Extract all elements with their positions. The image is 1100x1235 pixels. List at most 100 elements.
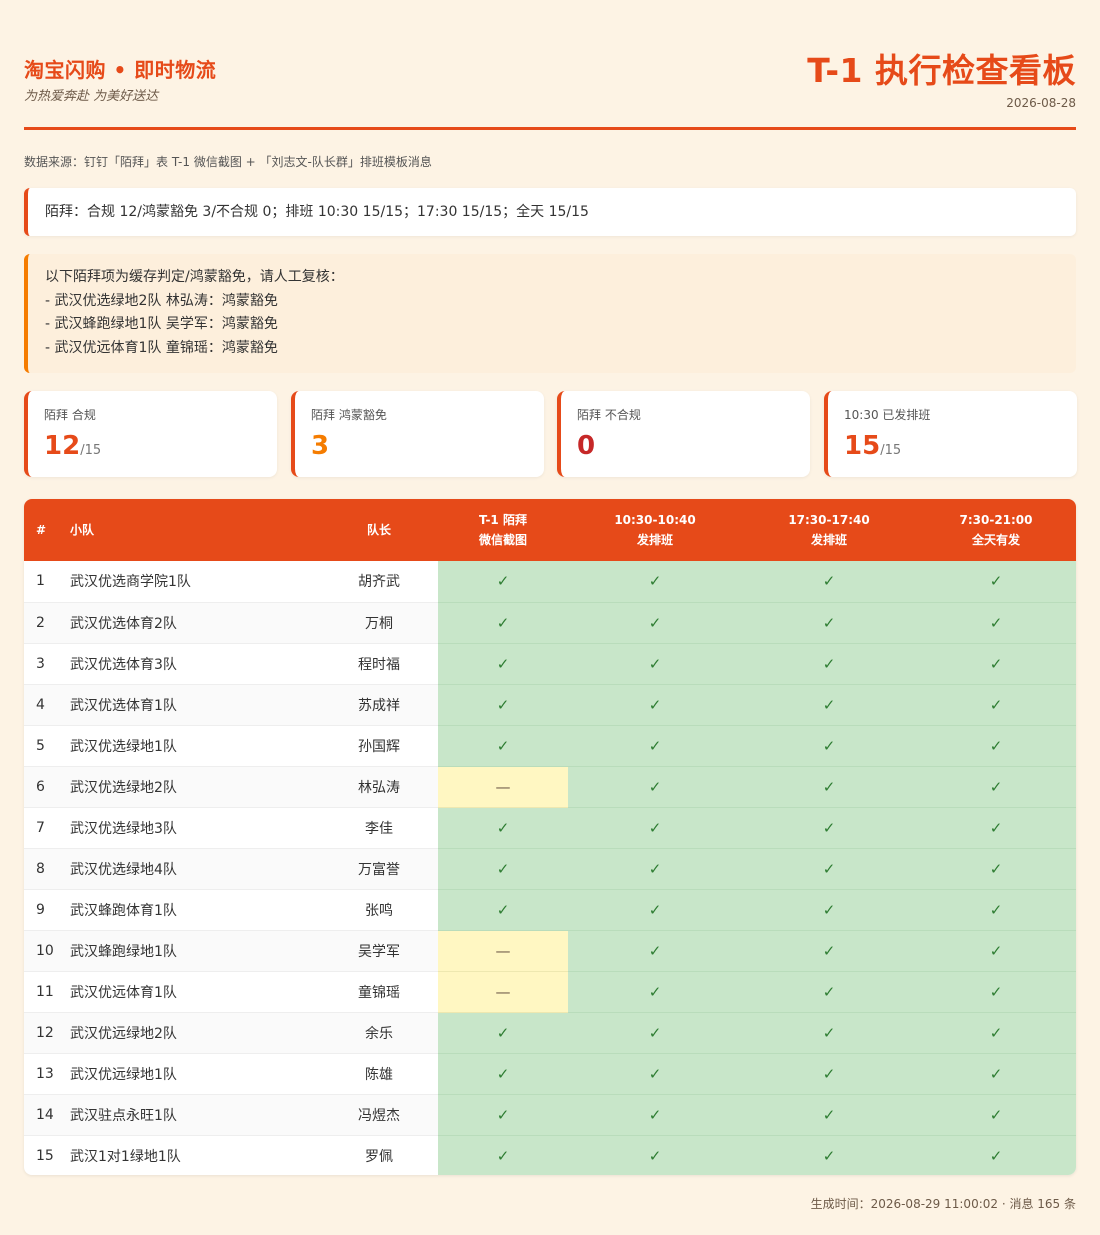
team-check-table: # 小队 队长 T-1 陌拜 微信截图 10:30-10:40 发排班 17:3…	[24, 499, 1076, 1175]
table-row: 15 武汉1对1绿地1队 罗佩 ✓ ✓ ✓ ✓	[24, 1135, 1076, 1175]
table-row: 8 武汉优选绿地4队 万富誉 ✓ ✓ ✓ ✓	[24, 848, 1076, 890]
stat-label: 10:30 已发排班	[844, 408, 931, 422]
stat-card-noncompliant: 陌拜 不合规 0	[557, 391, 810, 477]
stat-value: 3	[311, 431, 330, 461]
cell-no: 5	[24, 725, 70, 767]
check-icon: ✓	[916, 684, 1076, 726]
cell-no: 8	[24, 848, 70, 890]
check-icon: ✓	[916, 1053, 1076, 1095]
check-icon: ✓	[742, 848, 916, 890]
table-row: 7 武汉优选绿地3队 李佳 ✓ ✓ ✓ ✓	[24, 807, 1076, 849]
pending-mark: —	[438, 930, 568, 972]
cell-no: 10	[24, 930, 70, 972]
cell-team: 武汉驻点永旺1队	[70, 1094, 320, 1136]
col-header-allday-line1: 7:30-21:00	[959, 513, 1033, 527]
check-icon: ✓	[916, 889, 1076, 931]
table-row: 9 武汉蜂跑体育1队 张鸣 ✓ ✓ ✓ ✓	[24, 889, 1076, 931]
check-icon: ✓	[568, 889, 742, 931]
cell-no: 9	[24, 889, 70, 931]
col-header-allday: 7:30-21:00 全天有发	[916, 499, 1076, 561]
check-icon: ✓	[742, 971, 916, 1013]
col-header-visit: T-1 陌拜 微信截图	[438, 499, 568, 561]
check-icon: ✓	[742, 1012, 916, 1054]
dashboard-page: 淘宝闪购 • 即时物流 为热爱奔赴 为美好送达 T-1 执行检查看板 2026-…	[0, 0, 1100, 1235]
check-icon: ✓	[742, 725, 916, 767]
cell-captain: 胡齐武	[320, 561, 438, 603]
cell-team: 武汉优选体育2队	[70, 602, 320, 644]
check-icon: ✓	[568, 807, 742, 849]
check-icon: ✓	[438, 1012, 568, 1054]
check-icon: ✓	[438, 1053, 568, 1095]
col-header-allday-line2: 全天有发	[971, 533, 1020, 547]
table-row: 3 武汉优选体育3队 程时福 ✓ ✓ ✓ ✓	[24, 643, 1076, 685]
cell-no: 11	[24, 971, 70, 1013]
cell-captain: 林弘涛	[320, 766, 438, 808]
stat-label: 陌拜 合规	[44, 408, 96, 422]
check-icon: ✓	[742, 1053, 916, 1095]
review-notice-item: - 武汉蜂跑绿地1队 吴学军：鸿蒙豁免	[45, 316, 278, 332]
review-notice-intro: 以下陌拜项为缓存判定/鸿蒙豁免，请人工复核：	[45, 269, 344, 285]
check-icon: ✓	[438, 1135, 568, 1175]
table-row: 10 武汉蜂跑绿地1队 吴学军 — ✓ ✓ ✓	[24, 930, 1076, 972]
stat-value: 12	[44, 431, 81, 461]
review-notice: 以下陌拜项为缓存判定/鸿蒙豁免，请人工复核： - 武汉优选绿地2队 林弘涛：鸿蒙…	[24, 254, 1076, 373]
col-header-schedule-1030-line2: 发排班	[636, 533, 673, 547]
cell-team: 武汉优远绿地2队	[70, 1012, 320, 1054]
cell-no: 1	[24, 561, 70, 603]
check-icon: ✓	[568, 766, 742, 808]
check-icon: ✓	[916, 1012, 1076, 1054]
page-header: 淘宝闪购 • 即时物流 为热爱奔赴 为美好送达 T-1 执行检查看板 2026-…	[24, 0, 1076, 130]
cell-no: 12	[24, 1012, 70, 1054]
stat-total: /15	[880, 443, 902, 458]
cell-no: 13	[24, 1053, 70, 1095]
stat-value: 0	[577, 431, 596, 461]
page-title: T-1 执行检查看板	[807, 51, 1076, 90]
cell-team: 武汉优远绿地1队	[70, 1053, 320, 1095]
check-icon: ✓	[568, 1053, 742, 1095]
check-icon: ✓	[916, 807, 1076, 849]
check-icon: ✓	[438, 684, 568, 726]
check-icon: ✓	[438, 848, 568, 890]
brand-slogan: 为热爱奔赴 为美好送达	[24, 89, 159, 104]
check-icon: ✓	[742, 807, 916, 849]
cell-captain: 孙国辉	[320, 725, 438, 767]
check-icon: ✓	[916, 561, 1076, 603]
cell-captain: 吴学军	[320, 930, 438, 972]
col-header-visit-line2: 微信截图	[478, 533, 527, 547]
cell-team: 武汉优选绿地1队	[70, 725, 320, 767]
cell-no: 3	[24, 643, 70, 685]
cell-captain: 程时福	[320, 643, 438, 685]
check-icon: ✓	[568, 725, 742, 767]
col-header-schedule-1730-line2: 发排班	[810, 533, 847, 547]
stat-card-compliant: 陌拜 合规 12/15	[24, 391, 277, 477]
cell-no: 2	[24, 602, 70, 644]
data-source-note: 数据来源：钉钉「陌拜」表 T-1 微信截图 + 「刘志文-队长群」排班模板消息	[24, 155, 432, 169]
check-icon: ✓	[916, 643, 1076, 685]
generated-footer: 生成时间：2026-08-29 11:00:02 · 消息 165 条	[810, 1197, 1076, 1211]
table-header-row: # 小队 队长 T-1 陌拜 微信截图 10:30-10:40 发排班 17:3…	[24, 499, 1076, 561]
cell-no: 14	[24, 1094, 70, 1136]
stat-card-schedule-1030: 10:30 已发排班 15/15	[824, 391, 1077, 477]
check-icon: ✓	[568, 684, 742, 726]
check-icon: ✓	[916, 971, 1076, 1013]
check-icon: ✓	[742, 1094, 916, 1136]
check-icon: ✓	[742, 561, 916, 603]
check-icon: ✓	[916, 1135, 1076, 1175]
cell-captain: 张鸣	[320, 889, 438, 931]
cell-team: 武汉优选绿地2队	[70, 766, 320, 808]
cell-team: 武汉优选绿地4队	[70, 848, 320, 890]
stat-card-harmony-exempt: 陌拜 鸿蒙豁免 3	[291, 391, 544, 477]
cell-captain: 罗佩	[320, 1135, 438, 1175]
table-row: 12 武汉优远绿地2队 余乐 ✓ ✓ ✓ ✓	[24, 1012, 1076, 1054]
cell-no: 7	[24, 807, 70, 849]
stat-cards: 陌拜 合规 12/15 陌拜 鸿蒙豁免 3 陌拜 不合规 0 10:30 已发排…	[24, 391, 1077, 477]
review-notice-item: - 武汉优远体育1队 童锦瑶：鸿蒙豁免	[45, 339, 278, 356]
col-header-no: #	[36, 523, 47, 537]
table-row: 6 武汉优选绿地2队 林弘涛 — ✓ ✓ ✓	[24, 766, 1076, 808]
pending-mark: —	[438, 971, 568, 1013]
report-date: 2026-08-28	[1006, 96, 1076, 110]
check-icon: ✓	[438, 889, 568, 931]
stat-value: 15	[844, 431, 881, 461]
check-icon: ✓	[916, 930, 1076, 972]
review-notice-item: - 武汉优选绿地2队 林弘涛：鸿蒙豁免	[45, 292, 278, 309]
